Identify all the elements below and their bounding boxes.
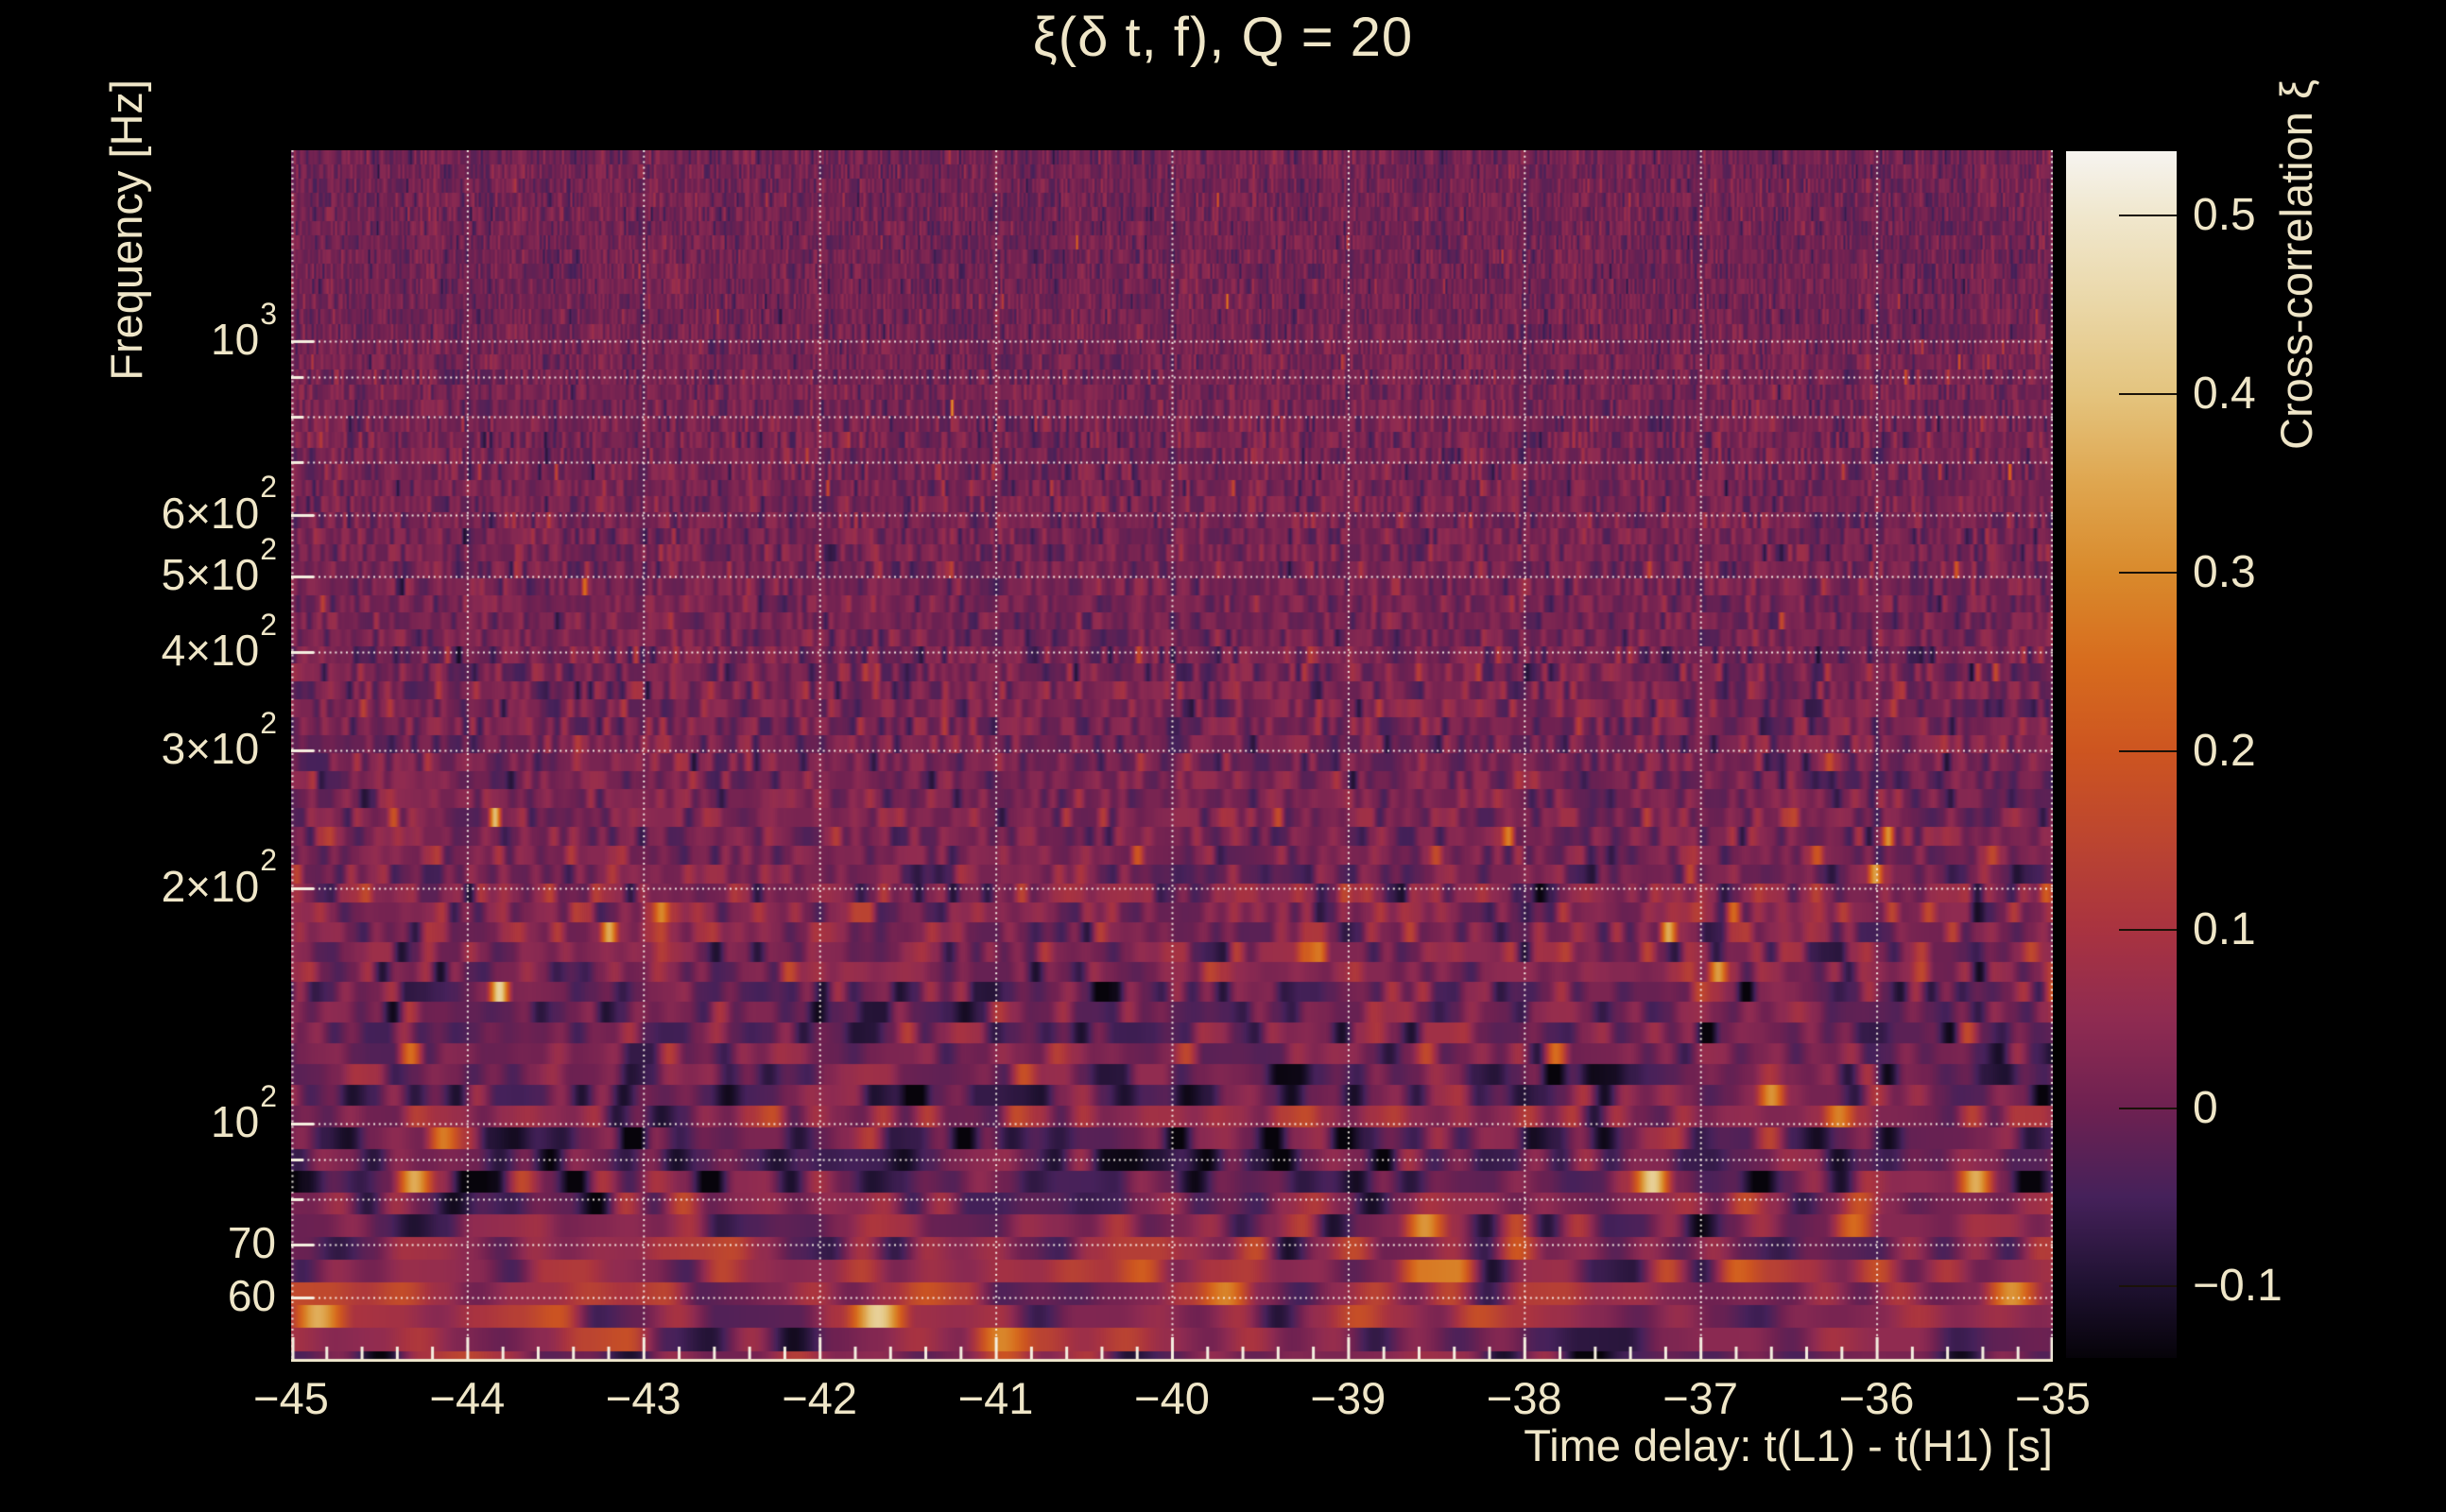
x-tick-label: −36	[1838, 1373, 1915, 1423]
colorbar-gradient	[2066, 151, 2177, 1358]
x-tick-label: −39	[1310, 1373, 1387, 1423]
colorbar-tick-label: 0.5	[2193, 190, 2256, 240]
x-tick-label: −42	[782, 1373, 858, 1423]
y-tick-label: 6×102	[161, 470, 277, 538]
x-tick-label: −40	[1134, 1373, 1210, 1423]
x-tick-label: −38	[1486, 1373, 1562, 1423]
y-tick-label: 3×102	[161, 705, 277, 773]
y-tick-label: 103	[211, 296, 277, 365]
colorbar-tick	[2119, 749, 2177, 752]
colorbar-tick	[2119, 571, 2177, 574]
colorbar-tick-label: −0.1	[2193, 1261, 2282, 1312]
y-tick-label: 4×102	[161, 608, 277, 676]
x-tick-label: −37	[1662, 1373, 1739, 1423]
x-tick-label: −35	[2015, 1373, 2091, 1423]
x-tick-label: −43	[605, 1373, 681, 1423]
colorbar-tick-label: 0	[2193, 1082, 2218, 1133]
x-tick-label: −41	[957, 1373, 1034, 1423]
x-tick-label: −44	[429, 1373, 506, 1423]
x-axis-title: Time delay: t(L1) - t(H1) [s]	[1524, 1420, 2053, 1470]
colorbar-tick	[2119, 392, 2177, 395]
y-tick-label: 2×102	[161, 843, 277, 911]
colorbar-tick-label: 0.3	[2193, 546, 2256, 597]
y-tick-label: 5×102	[161, 531, 277, 600]
y-tick-label: 70	[227, 1218, 276, 1268]
colorbar-title: Cross-correlation ξ	[2271, 79, 2321, 450]
heatmap-canvas	[291, 150, 2053, 1362]
colorbar-tick	[2119, 1107, 2177, 1109]
y-tick-label: 60	[227, 1270, 276, 1320]
x-tick-label: −45	[253, 1373, 329, 1423]
colorbar-tick	[2119, 928, 2177, 931]
colorbar-tick	[2119, 215, 2177, 216]
chart-title: ξ(δ t, f), Q = 20	[1032, 7, 1414, 68]
colorbar-tick	[2119, 1285, 2177, 1288]
correlation-heatmap-figure: ξ(δ t, f), Q = 20 Frequency [Hz] 103 6×10…	[0, 0, 2446, 1512]
colorbar-tick-label: 0.4	[2193, 368, 2256, 419]
y-tick-label: 102	[211, 1078, 277, 1146]
colorbar-tick-label: 0.2	[2193, 725, 2256, 776]
colorbar-tick-label: 0.1	[2193, 903, 2256, 954]
